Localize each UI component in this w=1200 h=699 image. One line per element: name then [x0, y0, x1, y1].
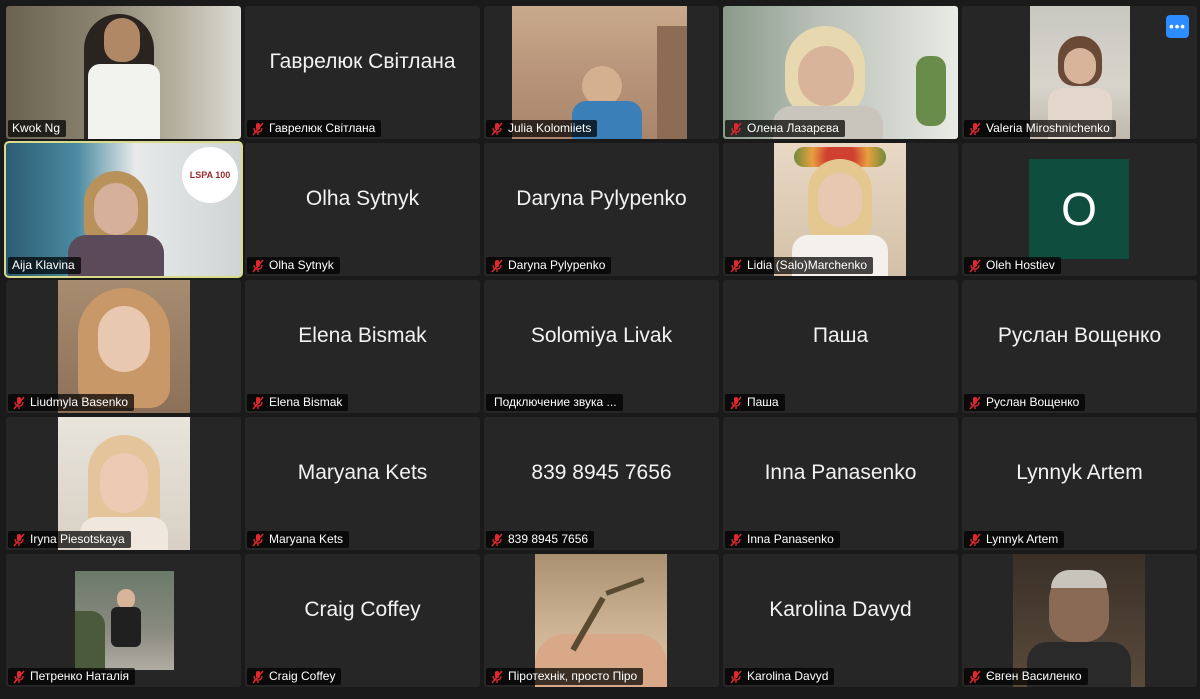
participant-tile-gavrelyuk-svitlana[interactable]: Гаврелюк Світлана Гаврелюк Світлана	[245, 6, 480, 139]
participant-tile-daryna-pylypenko[interactable]: Daryna Pylypenko Daryna Pylypenko	[484, 143, 719, 276]
participant-tile-maryana-kets[interactable]: Maryana Kets Maryana Kets	[245, 417, 480, 550]
display-name: Руслан Вощенко	[997, 323, 1162, 347]
participant-tile-phone-839[interactable]: 839 8945 7656 839 8945 7656	[484, 417, 719, 550]
participant-tile-iryna-piesotskaya[interactable]: Iryna Piesotskaya	[6, 417, 241, 550]
participant-tile-julia-kolomiiets[interactable]: Julia Kolomiiets	[484, 6, 719, 139]
participant-label: Lynnyk Artem	[964, 531, 1065, 548]
gallery-grid: Kwok Ng Гаврелюк Світлана Гаврелюк Світл…	[4, 6, 1197, 687]
participant-label: Aija Klavina	[8, 257, 81, 274]
display-name: Craig Coffey	[304, 597, 421, 621]
muted-mic-icon	[252, 396, 264, 409]
participant-tile-olena-lazareva[interactable]: Олена Лазарєва	[723, 6, 958, 139]
muted-mic-icon	[730, 122, 742, 135]
participant-label: Руслан Вощенко	[964, 394, 1086, 411]
muted-mic-icon	[491, 670, 503, 683]
participant-tile-inna-panasenko[interactable]: Inna Panasenko Inna Panasenko	[723, 417, 958, 550]
muted-mic-icon	[730, 533, 742, 546]
participant-tile-elena-bismak[interactable]: Elena Bismak Elena Bismak	[245, 280, 480, 413]
participant-label: Craig Coffey	[247, 668, 342, 685]
participant-label: Valeria Miroshnichenko	[964, 120, 1116, 137]
participant-label: Олена Лазарєва	[725, 120, 845, 137]
more-options-button[interactable]: •••	[1166, 15, 1189, 38]
display-name: Olha Sytnyk	[305, 186, 420, 210]
muted-mic-icon	[491, 533, 503, 546]
muted-mic-icon	[491, 259, 503, 272]
participant-label: Elena Bismak	[247, 394, 349, 411]
participant-tile-ruslan-voshchenko[interactable]: Руслан Вощенко Руслан Вощенко	[962, 280, 1197, 413]
participant-tile-liudmyla-basenko[interactable]: Liudmyla Basenko	[6, 280, 241, 413]
participant-label: Inna Panasenko	[725, 531, 840, 548]
participant-tile-solomiya-livak[interactable]: Solomiya Livak Подключение звука ...	[484, 280, 719, 413]
muted-mic-icon	[13, 533, 25, 546]
participant-label: Гаврелюк Світлана	[247, 120, 382, 137]
muted-mic-icon	[730, 670, 742, 683]
participant-tile-oleh-hostiev[interactable]: O Oleh Hostiev	[962, 143, 1197, 276]
participant-label: Паша	[725, 394, 785, 411]
participant-tile-yevhen-vasylenko[interactable]: Євген Василенко	[962, 554, 1197, 687]
display-name: Гаврелюк Світлана	[269, 49, 456, 73]
muted-mic-icon	[252, 122, 264, 135]
participant-label: Євген Василенко	[964, 668, 1088, 685]
display-name: Solomiya Livak	[530, 323, 673, 347]
display-name: Lynnyk Artem	[1016, 460, 1143, 484]
participant-label: Karolina Davyd	[725, 668, 835, 685]
avatar: O	[1029, 159, 1129, 259]
participant-label: Liudmyla Basenko	[8, 394, 135, 411]
participant-label: Lidia (Salo)Marchenko	[725, 257, 874, 274]
participant-tile-valeria-miroshnichenko[interactable]: ••• Valeria Miroshnichenko	[962, 6, 1197, 139]
participant-tile-craig-coffey[interactable]: Craig Coffey Craig Coffey	[245, 554, 480, 687]
muted-mic-icon	[969, 259, 981, 272]
muted-mic-icon	[969, 670, 981, 683]
participant-tile-pirotekhnik[interactable]: Піротехнік, просто Піро	[484, 554, 719, 687]
muted-mic-icon	[13, 670, 25, 683]
participant-tile-lidia-marchenko[interactable]: Lidia (Salo)Marchenko	[723, 143, 958, 276]
display-name: Паша	[812, 323, 869, 347]
participant-label: Daryna Pylypenko	[486, 257, 612, 274]
participant-label: Iryna Piesotskaya	[8, 531, 131, 548]
muted-mic-icon	[252, 670, 264, 683]
participant-label: Петренко Наталія	[8, 668, 136, 685]
organization-logo: LSPA 100	[182, 147, 238, 203]
video-feed	[75, 571, 174, 670]
participant-tile-aija-klavina[interactable]: LSPA 100 Aija Klavina	[4, 141, 243, 278]
muted-mic-icon	[491, 122, 503, 135]
participant-label: Maryana Kets	[247, 531, 350, 548]
participant-label: Julia Kolomiiets	[486, 120, 598, 137]
display-name: Karolina Davyd	[769, 597, 912, 621]
muted-mic-icon	[730, 396, 742, 409]
muted-mic-icon	[969, 122, 981, 135]
display-name: Elena Bismak	[298, 323, 427, 347]
display-name: Maryana Kets	[297, 460, 428, 484]
participant-tile-petrenko-nataliia[interactable]: Петренко Наталія	[6, 554, 241, 687]
display-name: Inna Panasenko	[764, 460, 917, 484]
muted-mic-icon	[252, 259, 264, 272]
participant-tile-kwok-ng[interactable]: Kwok Ng	[6, 6, 241, 139]
participant-label: Oleh Hostiev	[964, 257, 1061, 274]
muted-mic-icon	[252, 533, 264, 546]
participant-label: Olha Sytnyk	[247, 257, 340, 274]
participant-tile-pasha[interactable]: Паша Паша	[723, 280, 958, 413]
display-name: 839 8945 7656	[531, 460, 672, 484]
participant-tile-lynnyk-artem[interactable]: Lynnyk Artem Lynnyk Artem	[962, 417, 1197, 550]
participant-label: Піротехнік, просто Піро	[486, 668, 644, 685]
muted-mic-icon	[13, 396, 25, 409]
participant-label: Подключение звука ...	[486, 394, 623, 411]
display-name: Daryna Pylypenko	[516, 186, 687, 210]
participant-tile-olha-sytnyk[interactable]: Olha Sytnyk Olha Sytnyk	[245, 143, 480, 276]
muted-mic-icon	[730, 259, 742, 272]
participant-label: 839 8945 7656	[486, 531, 595, 548]
muted-mic-icon	[969, 396, 981, 409]
participant-label: Kwok Ng	[8, 120, 67, 137]
participant-tile-karolina-davyd[interactable]: Karolina Davyd Karolina Davyd	[723, 554, 958, 687]
muted-mic-icon	[969, 533, 981, 546]
